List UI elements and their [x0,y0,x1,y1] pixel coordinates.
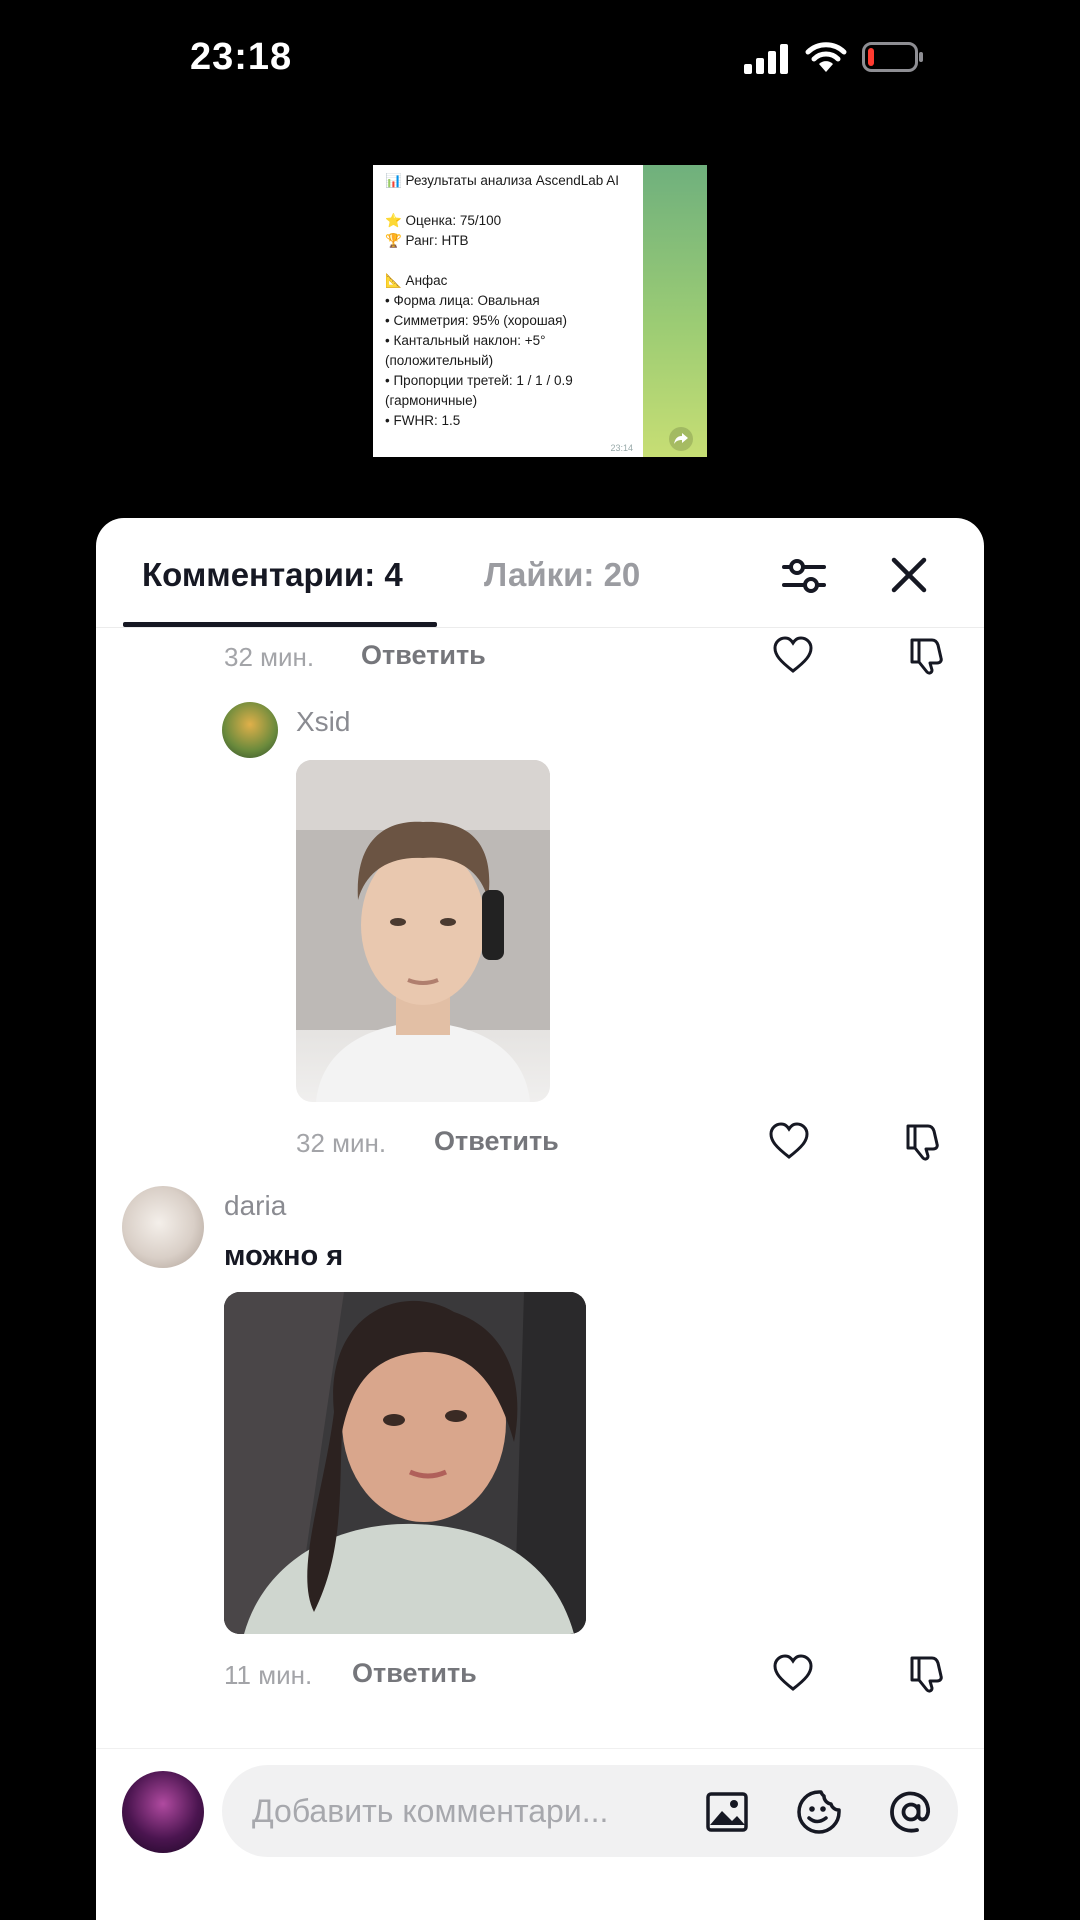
comment-photo[interactable] [224,1292,586,1634]
share-icon [669,427,693,451]
result-line: ⭐ Оценка: 75/100 [385,213,502,228]
username[interactable]: daria [224,1190,286,1222]
result-line: • Пропорции третей: 1 / 1 / 0.9 (гармони… [385,373,577,408]
reply-button[interactable]: Ответить [361,640,486,671]
sheet-tabs: Комментарии: 4 Лайки: 20 [96,518,984,628]
heart-icon[interactable] [768,1121,810,1161]
message-time: 23:14 [610,443,633,453]
dislike-icon[interactable] [906,1652,948,1694]
result-line: 📊 Результаты анализа AscendLab AI [385,173,620,188]
comment-input[interactable]: Добавить комментари... [222,1765,958,1857]
wifi-icon [805,42,847,72]
result-line [385,191,647,211]
comment-photo[interactable] [296,760,550,1102]
telegram-message-preview: 📊 Результаты анализа AscendLab AI ⭐ Оцен… [373,165,707,457]
avatar[interactable] [222,702,278,758]
status-bar: 23:18 [0,0,1080,120]
close-icon[interactable] [886,552,932,598]
result-line: • Кантальный наклон: +5° (положительный) [385,333,550,368]
analysis-results-text: 📊 Результаты анализа AscendLab AI ⭐ Оцен… [385,171,647,431]
filter-sliders-icon[interactable] [780,552,828,600]
comment-input-placeholder: Добавить комментари... [252,1793,609,1829]
avatar[interactable] [122,1186,204,1268]
comment-text: можно я [224,1240,344,1272]
active-tab-indicator [123,622,437,627]
result-line: 🏆 Ранг: HTB [385,233,469,248]
comment-time: 32 мин. [224,642,315,672]
my-avatar[interactable] [122,1771,204,1853]
image-icon[interactable] [702,1787,752,1837]
result-line [385,251,647,271]
cellular-signal-icon [744,44,788,74]
dislike-icon[interactable] [902,1120,944,1162]
comment-time: 11 мин. [224,1660,313,1690]
battery-low-icon [862,42,923,72]
username[interactable]: Xsid [296,706,350,738]
result-line: • Симметрия: 95% (хорошая) [385,313,567,328]
tab-likes[interactable]: Лайки: 20 [484,556,640,594]
status-time: 23:18 [190,36,293,78]
mention-icon[interactable] [886,1787,936,1837]
chat-wallpaper [643,165,707,457]
dislike-icon[interactable] [906,634,948,676]
reply-button[interactable]: Ответить [352,1658,477,1689]
tab-comments[interactable]: Комментарии: 4 [142,556,403,594]
result-line: 📐 Анфас [385,273,448,288]
comments-sheet: Комментарии: 4 Лайки: 20 32 мин. Ответит… [96,518,984,1920]
reply-button[interactable]: Ответить [434,1126,559,1157]
portrait-photo [224,1292,586,1634]
result-line: • FWHR: 1.5 [385,413,461,428]
heart-icon[interactable] [772,635,814,675]
result-line: • Форма лица: Овальная [385,293,540,308]
emoji-icon[interactable] [794,1787,844,1837]
comment-time: 32 мин. [296,1128,387,1158]
heart-icon[interactable] [772,1653,814,1693]
comment-input-bar: Добавить комментари... [96,1748,984,1920]
portrait-photo [296,760,550,1102]
